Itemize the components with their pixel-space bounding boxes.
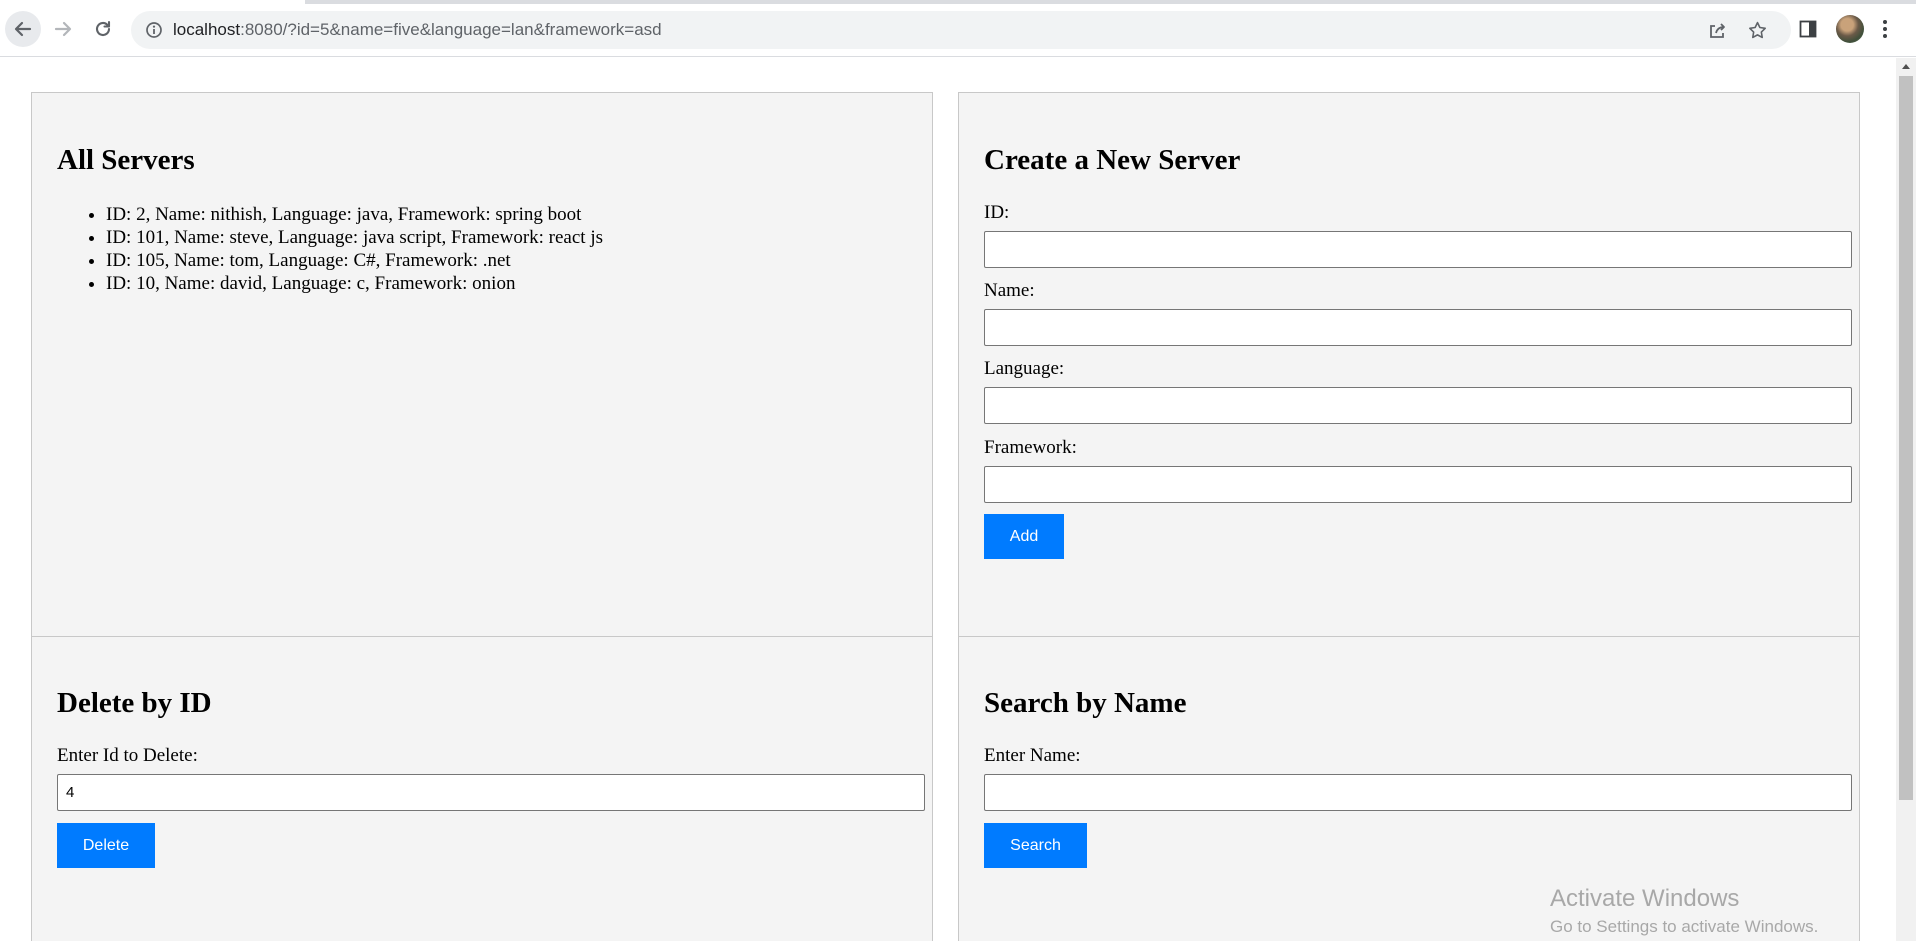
- info-icon[interactable]: [145, 21, 163, 39]
- profile-avatar[interactable]: [1836, 15, 1864, 43]
- star-icon[interactable]: [1747, 20, 1768, 41]
- all-servers-panel: All Servers ID: 2, Name: nithish, Langua…: [31, 92, 933, 637]
- all-servers-title: All Servers: [57, 144, 195, 176]
- browser-toolbar: localhost:8080/?id=5&name=five&language=…: [0, 0, 1916, 57]
- search-name-input[interactable]: [984, 774, 1852, 811]
- forward-arrow-icon: [54, 21, 72, 37]
- kebab-menu-icon[interactable]: [1882, 19, 1888, 39]
- watermark-title: Activate Windows: [1550, 885, 1740, 912]
- search-title: Search by Name: [984, 687, 1187, 719]
- framework-label: Framework:: [984, 437, 1077, 458]
- name-label: Name:: [984, 280, 1035, 301]
- share-icon[interactable]: [1707, 21, 1727, 41]
- language-label: Language:: [984, 358, 1065, 379]
- scrollbar-thumb[interactable]: [1899, 76, 1913, 800]
- create-server-title: Create a New Server: [984, 144, 1241, 176]
- delete-panel: Delete by ID Enter Id to Delete: Delete: [31, 636, 933, 941]
- search-button[interactable]: Search: [984, 823, 1087, 868]
- create-server-panel: Create a New Server ID: Name: Language: …: [958, 92, 1860, 637]
- language-input[interactable]: [984, 387, 1852, 424]
- id-label: ID:: [984, 202, 1010, 223]
- name-input[interactable]: [984, 309, 1852, 346]
- server-list: ID: 2, Name: nithish, Language: java, Fr…: [58, 203, 603, 295]
- url-host: localhost: [173, 20, 241, 39]
- search-name-label: Enter Name:: [984, 745, 1081, 766]
- delete-title: Delete by ID: [57, 687, 212, 719]
- id-input[interactable]: [984, 231, 1852, 268]
- side-panel-icon[interactable]: [1799, 20, 1817, 38]
- list-item: ID: 2, Name: nithish, Language: java, Fr…: [106, 203, 603, 226]
- url-path: :8080/?id=5&name=five&language=lan&frame…: [240, 20, 662, 39]
- forward-button[interactable]: [45, 11, 81, 47]
- add-button[interactable]: Add: [984, 514, 1064, 559]
- framework-input[interactable]: [984, 466, 1852, 503]
- list-item: ID: 101, Name: steve, Language: java scr…: [106, 226, 603, 249]
- page-scrollbar[interactable]: [1896, 58, 1916, 941]
- watermark-subtitle: Go to Settings to activate Windows.: [1550, 917, 1819, 936]
- page-viewport: All Servers ID: 2, Name: nithish, Langua…: [0, 58, 1896, 941]
- activate-windows-watermark: Activate Windows Go to Settings to activ…: [1550, 885, 1818, 937]
- url-text[interactable]: localhost:8080/?id=5&name=five&language=…: [173, 20, 662, 40]
- delete-id-label: Enter Id to Delete:: [57, 745, 198, 766]
- scroll-up-arrow-icon[interactable]: [1902, 64, 1910, 69]
- tab-strip-edge: [305, 0, 1916, 4]
- list-item: ID: 105, Name: tom, Language: C#, Framew…: [106, 249, 603, 272]
- delete-id-input[interactable]: [57, 774, 925, 811]
- address-bar[interactable]: localhost:8080/?id=5&name=five&language=…: [131, 11, 1791, 49]
- list-item: ID: 10, Name: david, Language: c, Framew…: [106, 272, 603, 295]
- reload-button[interactable]: [85, 11, 121, 47]
- delete-button[interactable]: Delete: [57, 823, 155, 868]
- back-arrow-icon: [14, 21, 32, 37]
- reload-icon: [95, 20, 111, 37]
- back-button[interactable]: [5, 11, 41, 47]
